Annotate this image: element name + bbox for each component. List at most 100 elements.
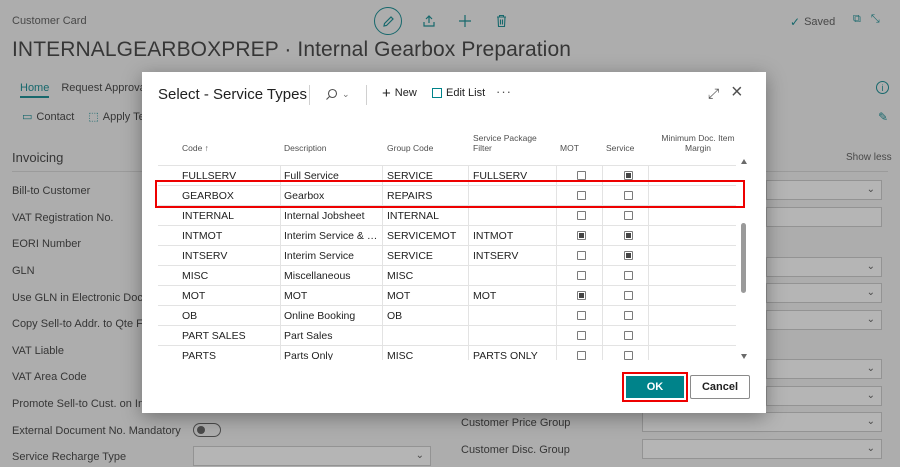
column-divider <box>602 286 603 306</box>
table-row[interactable]: GEARBOX Gearbox REPAIRS <box>158 185 736 206</box>
cancel-button[interactable]: Cancel <box>690 375 750 399</box>
service-checkbox[interactable] <box>624 171 633 180</box>
service-checkbox[interactable] <box>624 311 633 320</box>
scroll-thumb[interactable] <box>741 223 746 293</box>
column-divider <box>280 186 281 206</box>
cell-description[interactable]: Interim Service & MOT <box>284 230 380 242</box>
column-divider <box>602 206 603 226</box>
mot-checkbox[interactable] <box>577 331 586 340</box>
column-divider <box>556 286 557 306</box>
cell-code[interactable]: INTSERV <box>182 250 276 262</box>
new-button[interactable]: + New <box>382 86 417 101</box>
table-row[interactable]: FULLSERV Full Service SERVICE FULLSERV <box>158 165 736 186</box>
column-divider <box>556 226 557 246</box>
cell-description[interactable]: Online Booking <box>284 310 380 322</box>
table-row[interactable]: OB Online Booking OB <box>158 305 736 326</box>
column-divider <box>280 266 281 286</box>
cell-group-code[interactable]: SERVICE <box>387 250 467 262</box>
cell-code[interactable]: OB <box>182 310 276 322</box>
column-divider <box>280 306 281 326</box>
column-header-min-doc-item-margin[interactable]: Minimum Doc. Item Margin <box>648 133 748 157</box>
toolbar-divider <box>309 85 310 105</box>
cell-description[interactable]: Full Service <box>284 170 380 182</box>
cell-group-code[interactable]: SERVICE <box>387 170 467 182</box>
cell-service-package-filter[interactable]: PARTS ONLY <box>473 350 555 360</box>
cell-description[interactable]: Gearbox <box>284 190 380 202</box>
ok-button[interactable]: OK <box>622 372 688 402</box>
header-line: Filter <box>473 143 492 153</box>
cell-description[interactable]: MOT <box>284 290 380 302</box>
cell-code[interactable]: PARTS <box>182 350 276 360</box>
table-row[interactable]: INTSERV Interim Service SERVICE INTSERV <box>158 245 736 266</box>
cell-service-package-filter[interactable]: INTSERV <box>473 250 555 262</box>
header-line: Minimum Doc. Item <box>661 133 735 143</box>
table-row[interactable]: INTMOT Interim Service & MOT SERVICEMOT INT… <box>158 225 736 246</box>
table-row[interactable]: MOT MOT MOT MOT <box>158 285 736 306</box>
cell-code[interactable]: FULLSERV <box>182 170 276 182</box>
table-row[interactable]: MISC Miscellaneous MISC <box>158 265 736 286</box>
column-divider <box>602 166 603 186</box>
more-options-button[interactable]: ··· <box>496 84 512 99</box>
mot-checkbox[interactable] <box>577 271 586 280</box>
service-types-table: Code ↑ Description Group Code Service Pa… <box>158 133 750 360</box>
service-checkbox[interactable] <box>624 351 633 360</box>
column-divider <box>280 166 281 186</box>
scroll-down-icon[interactable] <box>741 354 747 359</box>
service-checkbox[interactable] <box>624 191 633 200</box>
column-header-service-package-filter[interactable]: Service Package Filter <box>473 133 537 157</box>
column-divider <box>382 226 383 246</box>
cell-code[interactable]: GEARBOX <box>182 190 276 202</box>
cell-group-code[interactable]: OB <box>387 310 467 322</box>
scroll-up-icon[interactable] <box>741 159 747 164</box>
mot-checkbox[interactable] <box>577 231 586 240</box>
new-label: New <box>394 87 417 99</box>
cell-description[interactable]: Part Sales <box>284 330 380 342</box>
column-divider <box>602 186 603 206</box>
service-checkbox[interactable] <box>624 331 633 340</box>
table-row[interactable]: PART SALES Part Sales <box>158 325 736 346</box>
mot-checkbox[interactable] <box>577 211 586 220</box>
column-divider <box>648 226 649 246</box>
cell-group-code[interactable]: REPAIRS <box>387 190 467 202</box>
service-checkbox[interactable] <box>624 251 633 260</box>
column-divider <box>602 306 603 326</box>
cell-group-code[interactable]: MISC <box>387 270 467 282</box>
column-divider <box>382 206 383 226</box>
service-checkbox[interactable] <box>624 271 633 280</box>
expand-icon[interactable]: ⤢ <box>708 85 719 102</box>
vertical-scrollbar[interactable] <box>741 159 747 360</box>
cell-code[interactable]: INTMOT <box>182 230 276 242</box>
cell-description[interactable]: Miscellaneous <box>284 270 380 282</box>
cell-group-code[interactable]: SERVICEMOT <box>387 230 467 242</box>
close-icon[interactable]: × <box>731 81 743 104</box>
service-checkbox[interactable] <box>624 211 633 220</box>
cell-description[interactable]: Parts Only <box>284 350 380 360</box>
column-divider <box>556 206 557 226</box>
table-row[interactable]: PARTS Parts Only MISC PARTS ONLY <box>158 345 736 360</box>
cell-group-code[interactable]: MOT <box>387 290 467 302</box>
mot-checkbox[interactable] <box>577 291 586 300</box>
search-button[interactable]: ⌄ <box>325 88 350 101</box>
cell-code[interactable]: PART SALES <box>182 330 276 342</box>
cell-code[interactable]: MOT <box>182 290 276 302</box>
cell-service-package-filter[interactable]: FULLSERV <box>473 170 555 182</box>
service-checkbox[interactable] <box>624 291 633 300</box>
mot-checkbox[interactable] <box>577 191 586 200</box>
mot-checkbox[interactable] <box>577 251 586 260</box>
column-divider <box>556 246 557 266</box>
cell-service-package-filter[interactable]: MOT <box>473 290 555 302</box>
mot-checkbox[interactable] <box>577 351 586 360</box>
service-checkbox[interactable] <box>624 231 633 240</box>
cell-code[interactable]: MISC <box>182 270 276 282</box>
mot-checkbox[interactable] <box>577 311 586 320</box>
edit-list-button[interactable]: Edit List <box>432 87 485 99</box>
cell-code[interactable]: INTERNAL <box>182 210 276 222</box>
cell-group-code[interactable]: INTERNAL <box>387 210 467 222</box>
cell-group-code[interactable]: MISC <box>387 350 467 360</box>
cell-service-package-filter[interactable]: INTMOT <box>473 230 555 242</box>
cell-description[interactable]: Internal Jobsheet <box>284 210 380 222</box>
table-row[interactable]: INTERNAL Internal Jobsheet INTERNAL <box>158 205 736 226</box>
mot-checkbox[interactable] <box>577 171 586 180</box>
column-divider <box>382 266 383 286</box>
cell-description[interactable]: Interim Service <box>284 250 380 262</box>
